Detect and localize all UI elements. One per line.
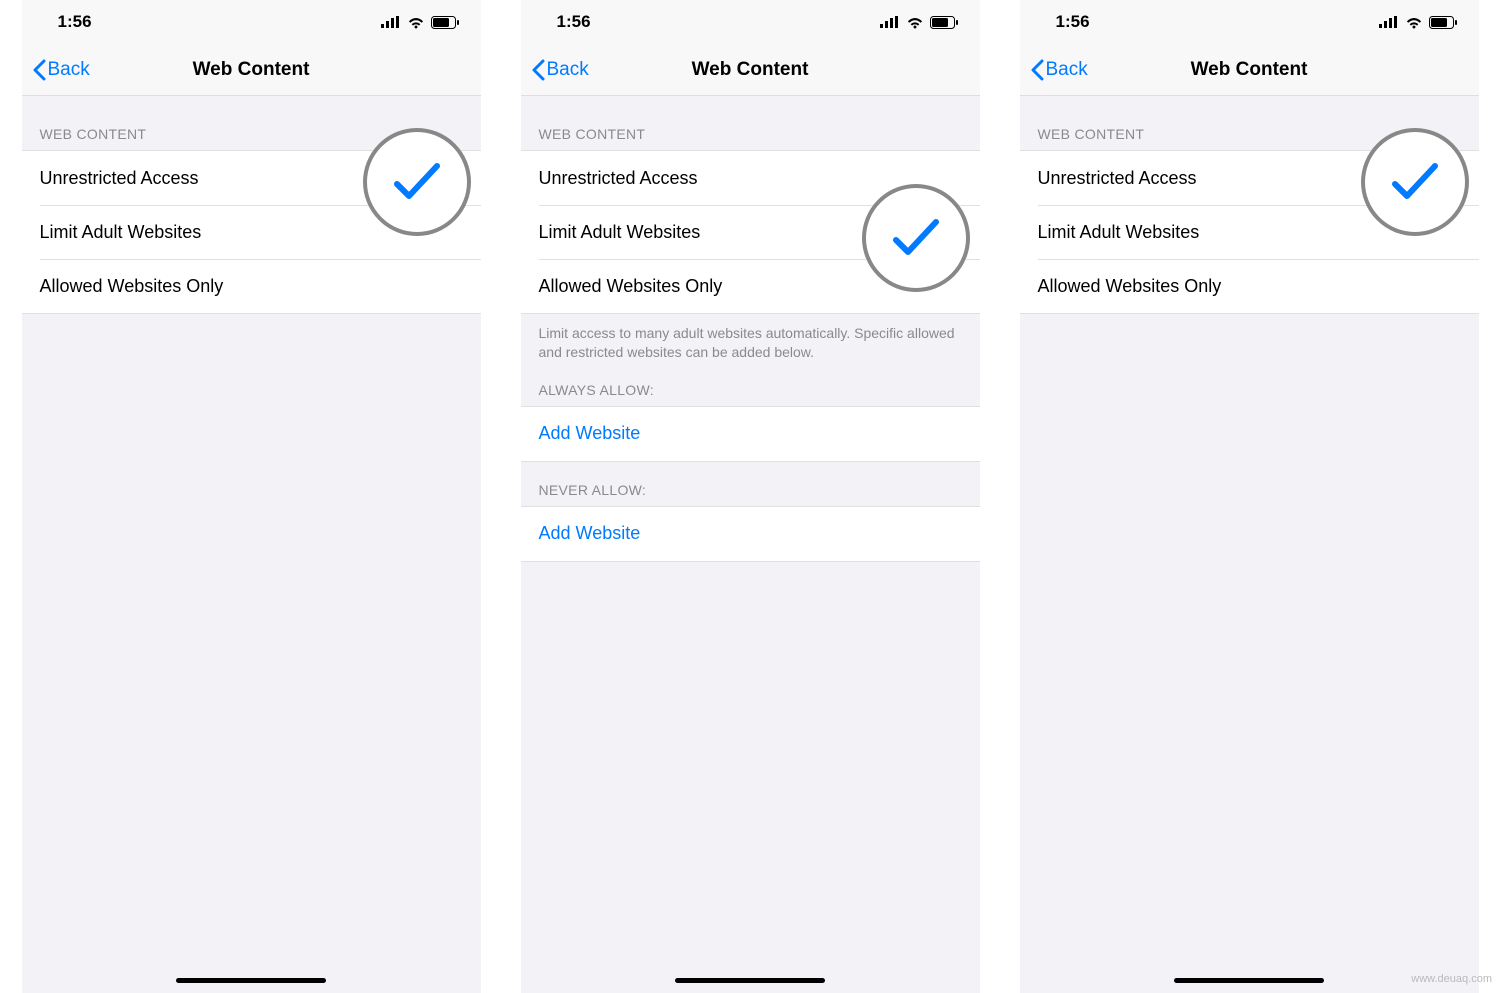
add-website-never-button[interactable]: Add Website xyxy=(521,507,980,561)
wifi-icon xyxy=(906,16,924,29)
checkmark-icon xyxy=(1439,167,1461,190)
battery-icon xyxy=(930,16,958,29)
option-list: Unrestricted Access Limit Adult Websites… xyxy=(22,150,481,314)
phone-screen-3: 1:56 Back Web Content WEB CONTENT Unrest… xyxy=(1020,0,1479,993)
status-icons xyxy=(880,16,958,29)
home-indicator[interactable] xyxy=(675,978,825,983)
chevron-left-icon xyxy=(531,59,545,81)
back-button[interactable]: Back xyxy=(521,59,589,81)
option-limit-adult-websites[interactable]: Limit Adult Websites xyxy=(1020,205,1479,259)
option-label: Unrestricted Access xyxy=(40,168,199,189)
back-button[interactable]: Back xyxy=(1020,59,1088,81)
checkmark-icon xyxy=(940,221,962,244)
option-allowed-websites-only[interactable]: Allowed Websites Only xyxy=(22,259,481,313)
navigation-bar: Back Web Content xyxy=(22,44,481,96)
wifi-icon xyxy=(1405,16,1423,29)
cellular-icon xyxy=(381,16,401,28)
section-header-web-content: WEB CONTENT xyxy=(521,96,980,150)
option-unrestricted-access[interactable]: Unrestricted Access xyxy=(1020,151,1479,205)
navigation-bar: Back Web Content xyxy=(521,44,980,96)
option-list: Unrestricted Access Limit Adult Websites… xyxy=(1020,150,1479,314)
option-unrestricted-access[interactable]: Unrestricted Access xyxy=(521,151,980,205)
back-label: Back xyxy=(48,59,90,81)
cellular-icon xyxy=(880,16,900,28)
content-area: WEB CONTENT Unrestricted Access Limit Ad… xyxy=(521,96,980,562)
home-indicator[interactable] xyxy=(176,978,326,983)
section-header-web-content: WEB CONTENT xyxy=(22,96,481,150)
watermark-text: www.deuaq.com xyxy=(1411,973,1492,985)
chevron-left-icon xyxy=(1030,59,1044,81)
add-website-label: Add Website xyxy=(539,523,641,544)
option-label: Limit Adult Websites xyxy=(539,222,701,243)
status-time: 1:56 xyxy=(557,12,591,32)
add-website-label: Add Website xyxy=(539,423,641,444)
phone-screen-1: 1:56 Back Web Content WEB CONTENT Unrest… xyxy=(22,0,481,993)
status-time: 1:56 xyxy=(1056,12,1090,32)
back-label: Back xyxy=(547,59,589,81)
section-header-never-allow: NEVER ALLOW: xyxy=(521,462,980,506)
option-label: Unrestricted Access xyxy=(1038,168,1197,189)
status-bar: 1:56 xyxy=(1020,0,1479,44)
status-time: 1:56 xyxy=(58,12,92,32)
phone-screen-2: 1:56 Back Web Content WEB CONTENT Unrest… xyxy=(521,0,980,993)
status-icons xyxy=(381,16,459,29)
option-label: Unrestricted Access xyxy=(539,168,698,189)
section-header-always-allow: ALWAYS ALLOW: xyxy=(521,362,980,406)
option-allowed-websites-only[interactable]: Allowed Websites Only xyxy=(1020,259,1479,313)
wifi-icon xyxy=(407,16,425,29)
option-limit-adult-websites[interactable]: Limit Adult Websites xyxy=(22,205,481,259)
back-button[interactable]: Back xyxy=(22,59,90,81)
status-icons xyxy=(1379,16,1457,29)
page-title: Web Content xyxy=(193,59,310,81)
cellular-icon xyxy=(1379,16,1399,28)
home-indicator[interactable] xyxy=(1174,978,1324,983)
option-label: Allowed Websites Only xyxy=(40,276,224,297)
battery-icon xyxy=(431,16,459,29)
status-bar: 1:56 xyxy=(22,0,481,44)
never-allow-list: Add Website xyxy=(521,506,980,562)
option-label: Allowed Websites Only xyxy=(1038,276,1222,297)
option-limit-adult-websites[interactable]: Limit Adult Websites xyxy=(521,205,980,259)
option-label: Limit Adult Websites xyxy=(1038,222,1200,243)
option-label: Limit Adult Websites xyxy=(40,222,202,243)
page-title: Web Content xyxy=(692,59,809,81)
chevron-left-icon xyxy=(32,59,46,81)
status-bar: 1:56 xyxy=(521,0,980,44)
checkmark-icon xyxy=(441,167,463,190)
navigation-bar: Back Web Content xyxy=(1020,44,1479,96)
back-label: Back xyxy=(1046,59,1088,81)
option-list: Unrestricted Access Limit Adult Websites… xyxy=(521,150,980,314)
content-area: WEB CONTENT Unrestricted Access Limit Ad… xyxy=(1020,96,1479,314)
option-allowed-websites-only[interactable]: Allowed Websites Only xyxy=(521,259,980,313)
always-allow-list: Add Website xyxy=(521,406,980,462)
battery-icon xyxy=(1429,16,1457,29)
page-title: Web Content xyxy=(1191,59,1308,81)
add-website-always-button[interactable]: Add Website xyxy=(521,407,980,461)
section-header-web-content: WEB CONTENT xyxy=(1020,96,1479,150)
option-label: Allowed Websites Only xyxy=(539,276,723,297)
option-unrestricted-access[interactable]: Unrestricted Access xyxy=(22,151,481,205)
section-footer-text: Limit access to many adult websites auto… xyxy=(521,314,980,362)
content-area: WEB CONTENT Unrestricted Access Limit Ad… xyxy=(22,96,481,314)
